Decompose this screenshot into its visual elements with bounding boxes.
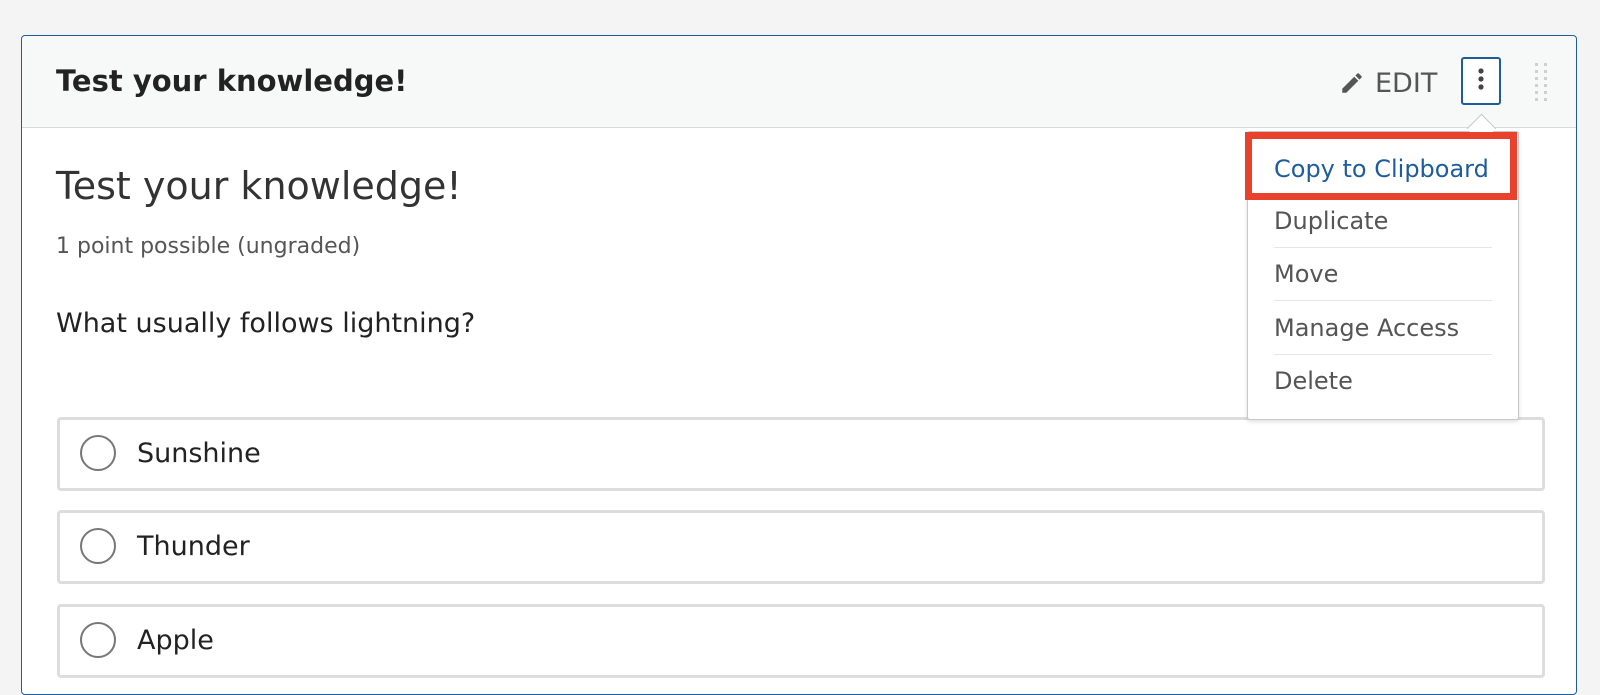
actions-dropdown-menu: Copy to Clipboard Duplicate Move Manage … — [1247, 131, 1519, 420]
menu-item-delete[interactable]: Delete — [1274, 355, 1492, 407]
component-title: Test your knowledge! — [56, 64, 408, 98]
menu-item-move[interactable]: Move — [1274, 248, 1492, 301]
choice-sunshine[interactable]: Sunshine — [57, 417, 1545, 491]
edit-button[interactable]: EDIT — [1339, 66, 1437, 100]
question-text: What usually follows lightning? — [56, 308, 476, 339]
radio-button[interactable] — [80, 622, 116, 658]
choice-label: Thunder — [137, 531, 250, 562]
points-possible: 1 point possible (ungraded) — [56, 234, 361, 259]
choice-label: Sunshine — [137, 438, 261, 469]
drag-handle-icon[interactable] — [1534, 63, 1548, 103]
problem-title: Test your knowledge! — [56, 164, 462, 208]
vertical-ellipsis-icon — [1477, 67, 1485, 95]
radio-button[interactable] — [80, 528, 116, 564]
component-header: Test your knowledge! EDIT — [22, 36, 1576, 128]
choice-apple[interactable]: Apple — [57, 604, 1545, 678]
choice-thunder[interactable]: Thunder — [57, 510, 1545, 584]
radio-button[interactable] — [80, 435, 116, 471]
menu-item-copy-to-clipboard[interactable]: Copy to Clipboard — [1274, 143, 1492, 195]
choice-label: Apple — [137, 625, 214, 656]
pencil-icon — [1339, 70, 1365, 96]
actions-menu-button[interactable] — [1461, 57, 1501, 105]
edit-label: EDIT — [1375, 67, 1438, 99]
menu-item-manage-access[interactable]: Manage Access — [1274, 302, 1492, 355]
menu-item-duplicate[interactable]: Duplicate — [1274, 195, 1492, 248]
